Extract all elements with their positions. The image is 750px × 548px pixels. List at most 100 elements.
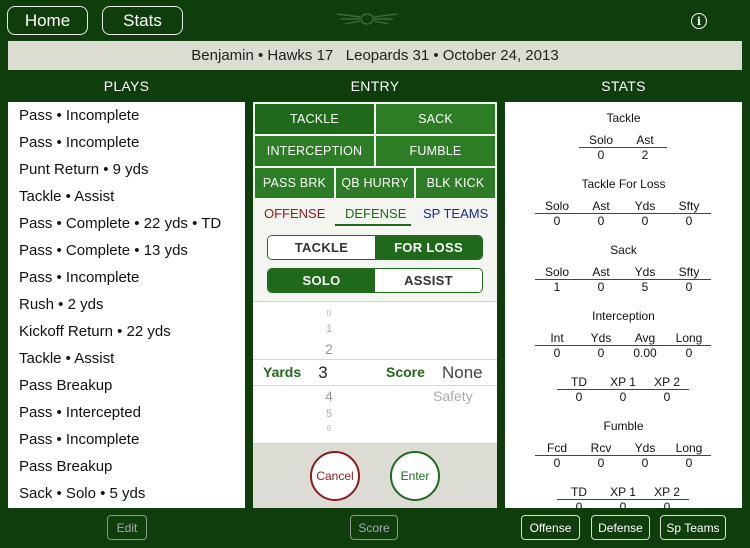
int_score-header: XP 1 (610, 375, 636, 389)
list-item[interactable]: Pass • Incomplete (8, 102, 245, 129)
tab-defense[interactable]: DEFENSE (345, 206, 406, 221)
solo-option[interactable]: SOLO (268, 269, 375, 292)
list-item[interactable]: Tackle • Assist (8, 345, 245, 372)
stats-button[interactable]: Stats (102, 6, 183, 35)
int_score-header: XP 2 (654, 375, 680, 389)
tackle-rule (579, 147, 667, 148)
sack-title: Sack (610, 243, 637, 257)
sack-header: Sfty (678, 265, 700, 279)
tackle-mode-toggle: SOLO ASSIST (267, 268, 483, 293)
qb-hurry-button[interactable]: QB HURRY (336, 168, 414, 198)
score-option-safety: Safety (433, 388, 473, 404)
list-item[interactable]: Pass • Complete • 13 yds (8, 237, 245, 264)
list-item[interactable]: Rush • 2 yds (8, 291, 245, 318)
sack-button[interactable]: SACK (376, 104, 495, 134)
int_score-header: TD (571, 375, 587, 389)
sack-value: 0 (685, 280, 693, 294)
fumble-header: Rcv (590, 441, 612, 455)
for-loss-option[interactable]: FOR LOSS (375, 236, 482, 259)
stats-panel: Tackle Solo 0 Ast 2 Tackle For Loss Solo 0 Ast 0 Y… (505, 102, 742, 508)
score-selected: None (442, 363, 483, 382)
fum_score-header: XP 2 (654, 485, 680, 499)
fumble-button[interactable]: FUMBLE (376, 136, 495, 166)
home-button[interactable]: Home (7, 6, 88, 35)
fumble-header: Long (675, 441, 703, 455)
list-item[interactable]: Kickoff Return • 22 yds (8, 318, 245, 345)
tackle-option[interactable]: TACKLE (268, 236, 375, 259)
tab-sp-teams[interactable]: SP TEAMS (423, 206, 488, 221)
tab-offense[interactable]: OFFENSE (264, 206, 325, 221)
cancel-button[interactable]: Cancel (310, 451, 360, 501)
list-item[interactable]: Pass • Incomplete (8, 426, 245, 453)
game-header: Benjamin • Hawks 17 Leopards 31 • Octobe… (8, 41, 742, 70)
edit-button[interactable]: Edit (107, 515, 147, 540)
tackle-type-toggle: TACKLE FOR LOSS (267, 235, 483, 260)
assist-option[interactable]: ASSIST (375, 269, 482, 292)
sack-value: 1 (553, 280, 561, 294)
list-item[interactable]: Pass Breakup (8, 453, 245, 480)
sack-rule (535, 279, 711, 280)
pass-breakup-button[interactable]: PASS BRK (255, 168, 334, 198)
sack-value: 0 (597, 280, 605, 294)
entry-action-area: Cancel Enter (253, 444, 497, 508)
yards-option-1: 1 (325, 323, 333, 335)
picker-top-rule (253, 359, 497, 360)
score-button[interactable]: Score (350, 515, 398, 540)
tfl-value: 0 (553, 214, 561, 228)
tackle-button[interactable]: TACKLE (255, 104, 374, 134)
list-item[interactable]: Pass • Complete • 22 yds • TD (8, 210, 245, 237)
fum_score-value: 0 (619, 500, 627, 508)
fumble-header: Fcd (546, 441, 567, 455)
tfl-header: Sfty (678, 199, 700, 213)
list-item[interactable]: Pass • Incomplete (8, 264, 245, 291)
sack-value: 5 (641, 280, 649, 294)
tackle-value: 2 (641, 148, 649, 162)
fumble-rule (535, 455, 711, 456)
list-item[interactable]: Sack • Solo • 5 yds (8, 480, 245, 507)
interception-button[interactable]: INTERCEPTION (255, 136, 374, 166)
tackle-value: 0 (597, 148, 605, 162)
sack-header: Solo (544, 265, 570, 279)
list-item[interactable]: Pass • Intercepted (8, 399, 245, 426)
tfl-value: 0 (685, 214, 693, 228)
sp-teams-button[interactable]: Sp Teams (660, 515, 726, 540)
int_score-value: 0 (619, 390, 627, 404)
fumble-value: 0 (597, 456, 605, 470)
info-icon[interactable]: i (691, 13, 707, 29)
yards-option-4: 4 (325, 388, 333, 404)
interception-header: Yds (590, 331, 612, 345)
fumble-header: Yds (634, 441, 656, 455)
plays-column-title: PLAYS (103, 78, 150, 94)
yards-option-6: 6 (326, 424, 332, 433)
list-item[interactable]: Pass Breakup (8, 372, 245, 399)
offense-button[interactable]: Offense (521, 515, 580, 540)
enter-button[interactable]: Enter (390, 451, 440, 501)
entry-column-title: ENTRY (350, 78, 400, 94)
fum_score-rule (557, 499, 689, 500)
yards-selected: 3 (318, 363, 328, 382)
fumble-value: 0 (685, 456, 693, 470)
interception-header: Long (675, 331, 703, 345)
interception-value: 0 (685, 346, 693, 360)
tfl-header: Ast (592, 199, 610, 213)
block-kick-button[interactable]: BLK KICK (416, 168, 495, 198)
yards-score-picker[interactable]: 0 1 2 Yards 3 Score None 4 Safety 5 6 (253, 301, 497, 444)
fum_score-value: 0 (663, 500, 671, 508)
list-item[interactable]: Punt Return • 9 yds (8, 156, 245, 183)
interception-value: 0 (553, 346, 561, 360)
fumble-value: 0 (641, 456, 649, 470)
interception-header: Int (550, 331, 564, 345)
tackle-header: Ast (636, 133, 654, 147)
defense-button[interactable]: Defense (591, 515, 650, 540)
plays-list[interactable]: Pass • Incomplete Pass • Incomplete Punt R… (8, 102, 245, 508)
score-label: Score (386, 364, 425, 380)
list-item[interactable]: Tackle • Assist (8, 183, 245, 210)
tfl-rule (535, 213, 711, 214)
fumble-value: 0 (553, 456, 561, 470)
list-item[interactable]: Pass • Incomplete (8, 129, 245, 156)
fum_score-header: XP 1 (610, 485, 636, 499)
fumble-title: Fumble (603, 419, 644, 433)
tfl-title: Tackle For Loss (581, 177, 666, 191)
fum_score-header: TD (571, 485, 587, 499)
tfl-value: 0 (597, 214, 605, 228)
